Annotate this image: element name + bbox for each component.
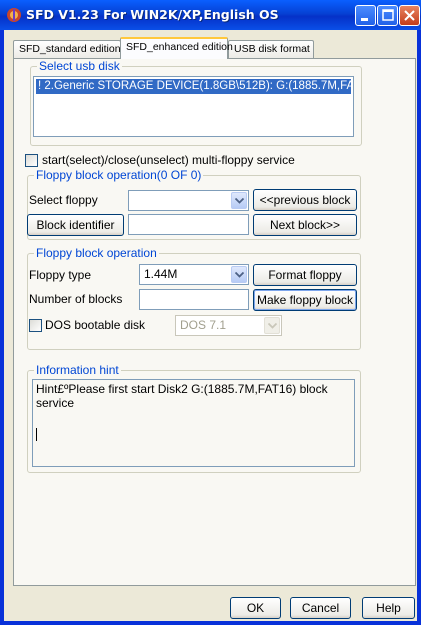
dos-bootable-checkbox[interactable] xyxy=(29,319,42,332)
cancel-button[interactable]: Cancel xyxy=(290,597,351,619)
chevron-down-icon xyxy=(268,323,277,329)
help-button[interactable]: Help xyxy=(362,597,415,619)
minimize-icon xyxy=(361,18,368,21)
format-floppy-button[interactable]: Format floppy xyxy=(253,264,357,286)
select-floppy-dropdown[interactable] xyxy=(128,190,249,211)
close-icon xyxy=(404,10,415,21)
tab-enhanced-edition[interactable]: SFD_enhanced edition xyxy=(120,37,233,59)
select-floppy-label: Select floppy xyxy=(29,193,98,207)
floppy-type-dropdown[interactable]: 1.44M xyxy=(139,264,249,285)
maximize-button[interactable] xyxy=(377,5,398,26)
tab-label: SFD_enhanced edition xyxy=(126,41,233,53)
app-window: SFD V1.23 For WIN2K/XP,English OS SFD_st… xyxy=(0,0,421,625)
floppy-type-dropdown-button[interactable] xyxy=(231,266,247,283)
close-button[interactable] xyxy=(399,5,420,26)
dos-version-dropdown[interactable]: DOS 7.1 xyxy=(175,315,282,336)
chevron-down-icon xyxy=(235,198,244,204)
text-caret xyxy=(36,428,37,441)
multi-floppy-service-checkbox[interactable] xyxy=(25,154,38,167)
number-of-blocks-label: Number of blocks xyxy=(29,292,123,306)
dos-version-value: DOS 7.1 xyxy=(180,318,227,332)
select-floppy-dropdown-button[interactable] xyxy=(231,192,247,209)
title-bar[interactable]: SFD V1.23 For WIN2K/XP,English OS xyxy=(0,0,421,30)
dos-version-dropdown-button[interactable] xyxy=(264,317,280,334)
previous-block-button[interactable]: <<previous block xyxy=(253,189,357,211)
tab-label: USB disk format xyxy=(234,43,310,55)
multi-floppy-service-label: start(select)/close(unselect) multi-flop… xyxy=(42,153,295,167)
floppy-operation-legend: Floppy block operation xyxy=(34,246,159,260)
tab-panel: Select usb disk ! 2.Generic STORAGE DEVI… xyxy=(13,58,416,586)
window-title: SFD V1.23 For WIN2K/XP,English OS xyxy=(26,7,279,22)
app-icon xyxy=(7,8,21,22)
ok-button[interactable]: OK xyxy=(230,597,281,619)
dos-bootable-label: DOS bootable disk xyxy=(45,318,146,332)
usb-disk-list[interactable]: ! 2.Generic STORAGE DEVICE(1.8GB\512B): … xyxy=(33,76,354,137)
make-floppy-block-button[interactable]: Make floppy block xyxy=(253,289,357,311)
tab-standard-edition[interactable]: SFD_standard edition xyxy=(13,40,121,58)
usb-disk-list-item[interactable]: ! 2.Generic STORAGE DEVICE(1.8GB\512B): … xyxy=(36,79,351,94)
hint-line-1: Hint£ºPlease first start Disk2 G:(1885.7… xyxy=(36,382,328,396)
floppy-type-label: Floppy type xyxy=(29,268,92,282)
number-of-blocks-input[interactable] xyxy=(139,289,249,310)
block-identifier-input[interactable] xyxy=(128,214,249,235)
usb-disk-legend: Select usb disk xyxy=(37,59,122,73)
minimize-button[interactable] xyxy=(355,5,376,26)
next-block-button[interactable]: Next block>> xyxy=(253,214,357,236)
chevron-down-icon xyxy=(235,272,244,278)
information-hint-box: Hint£ºPlease first start Disk2 G:(1885.7… xyxy=(32,379,355,467)
floppy-block-nav-legend: Floppy block operation(0 OF 0) xyxy=(34,168,204,182)
block-identifier-button[interactable]: Block identifier xyxy=(27,214,124,236)
tab-usb-disk-format[interactable]: USB disk format xyxy=(228,40,314,58)
maximize-icon xyxy=(382,9,394,21)
hint-line-2: service xyxy=(36,396,75,410)
information-hint-legend: Information hint xyxy=(34,363,121,377)
tab-label: SFD_standard edition xyxy=(19,43,121,55)
floppy-type-value: 1.44M xyxy=(144,267,178,281)
